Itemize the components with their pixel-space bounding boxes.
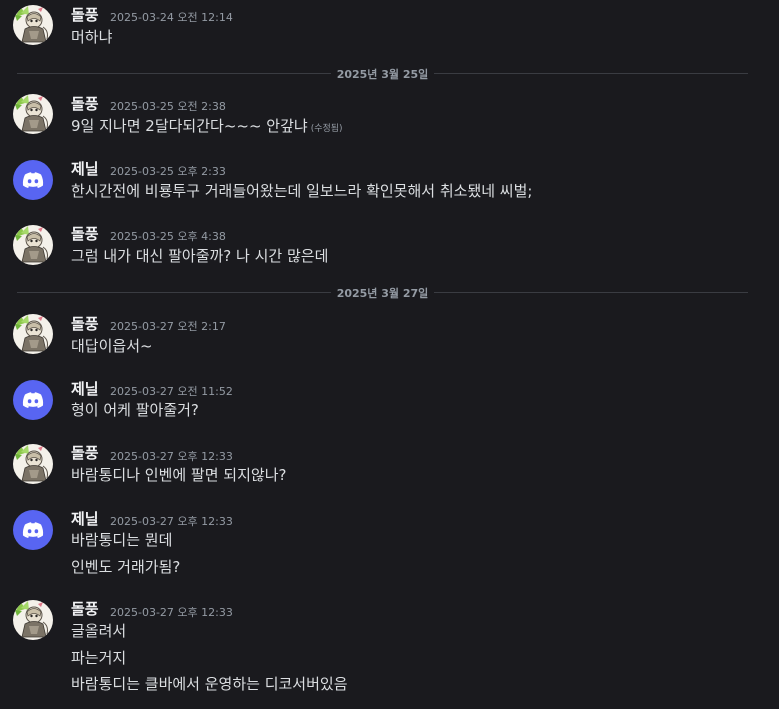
divider-line-right	[434, 292, 748, 293]
message-text: 바람통디는 클바에서 운영하는 디코서버있음	[71, 675, 348, 693]
message-timestamp: 2025-03-24 오전 12:14	[110, 11, 233, 24]
message-timestamp: 2025-03-25 오전 2:38	[110, 100, 226, 113]
date-divider: 2025년 3월 27일	[17, 285, 748, 300]
anime-character-avatar-icon	[13, 600, 53, 640]
message-text: 바람통디는 뭔데	[71, 531, 173, 549]
author-name[interactable]: 돌풍	[71, 93, 99, 114]
user-avatar[interactable]	[13, 5, 53, 45]
author-name[interactable]: 돌풍	[71, 442, 99, 463]
date-divider: 2025년 3월 25일	[17, 66, 748, 81]
message-timestamp: 2025-03-27 오후 12:33	[110, 606, 233, 619]
message-text: 9일 지나면 2달다되간다~~~ 안갚냐 (수정됨)	[71, 115, 343, 136]
user-avatar[interactable]	[13, 225, 53, 265]
anime-character-avatar-icon	[13, 225, 53, 265]
anime-character-avatar-icon	[13, 5, 53, 45]
message-timestamp: 2025-03-27 오전 11:52	[110, 385, 233, 398]
author-name[interactable]: 돌풍	[71, 598, 99, 619]
message-text: 대답이읍서~	[71, 337, 153, 355]
message-text: 그럼 내가 대신 팔아줄까? 나 시간 많은데	[71, 247, 329, 265]
message-timestamp: 2025-03-25 오후 2:33	[110, 165, 226, 178]
user-avatar[interactable]	[13, 444, 53, 484]
date-divider-label: 2025년 3월 27일	[336, 287, 429, 300]
message-timestamp: 2025-03-27 오전 2:17	[110, 320, 226, 333]
message-text: 인벤도 거래가됨?	[71, 558, 181, 576]
anime-character-avatar-icon	[13, 94, 53, 134]
user-avatar[interactable]	[13, 600, 53, 640]
discord-default-avatar-icon	[13, 160, 53, 200]
user-avatar[interactable]	[13, 510, 53, 550]
message-text: 한시간전에 비룡투구 거래들어왔는데 일보느라 확인못해서 취소됐네 씨벌;	[71, 182, 533, 200]
discord-default-avatar-icon	[13, 380, 53, 420]
divider-line-right	[434, 73, 748, 74]
user-avatar[interactable]	[13, 94, 53, 134]
message-text: 형이 어케 팔아줄거?	[71, 401, 199, 419]
author-name[interactable]: 제닐	[71, 508, 99, 529]
message-text: 바람통디나 인벤에 팔면 되지않나?	[71, 466, 287, 484]
message-text: 머하냐	[71, 28, 113, 46]
user-avatar[interactable]	[13, 380, 53, 420]
message-timestamp: 2025-03-25 오후 4:38	[110, 230, 226, 243]
author-name[interactable]: 제닐	[71, 378, 99, 399]
message-timestamp: 2025-03-27 오후 12:33	[110, 450, 233, 463]
edited-label: (수정됨)	[310, 124, 343, 134]
date-divider-label: 2025년 3월 25일	[336, 68, 429, 81]
author-name[interactable]: 제닐	[71, 158, 99, 179]
message-text-body: 9일 지나면 2달다되간다~~~ 안갚냐	[71, 117, 308, 135]
user-avatar[interactable]	[13, 160, 53, 200]
author-name[interactable]: 돌풍	[71, 223, 99, 244]
discord-default-avatar-icon	[13, 510, 53, 550]
message-text: 글올려서	[71, 622, 127, 640]
anime-character-avatar-icon	[13, 314, 53, 354]
user-avatar[interactable]	[13, 314, 53, 354]
anime-character-avatar-icon	[13, 444, 53, 484]
author-name[interactable]: 돌풍	[71, 313, 99, 334]
author-name[interactable]: 돌풍	[71, 4, 99, 25]
message-text: 파는거지	[71, 649, 127, 667]
message-timestamp: 2025-03-27 오후 12:33	[110, 515, 233, 528]
